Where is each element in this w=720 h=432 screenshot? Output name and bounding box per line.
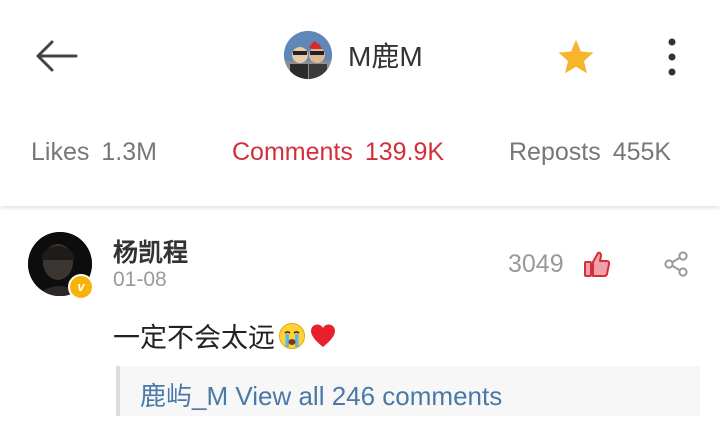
- comment-author[interactable]: 杨凯程: [113, 233, 188, 269]
- more-options-button[interactable]: [660, 36, 684, 78]
- profile-header[interactable]: M鹿M: [284, 30, 423, 80]
- comment-text-content: 一定不会太远: [113, 323, 275, 353]
- tab-likes[interactable]: Likes 1.3M: [31, 138, 157, 167]
- share-button[interactable]: [662, 250, 690, 278]
- profile-name[interactable]: M鹿M: [348, 35, 423, 75]
- profile-avatar[interactable]: [284, 31, 332, 79]
- tab-comments[interactable]: Comments 139.9K: [232, 138, 444, 167]
- view-all-comments-text[interactable]: View all 246 comments: [235, 381, 502, 411]
- tab-likes-count: 1.3M: [101, 138, 157, 166]
- crying-face-emoji: [279, 322, 305, 349]
- top-bar: M鹿M Likes 1.3M Comments 139.9K Reposts 455K: [0, 0, 720, 206]
- comment-like-count: 3049: [508, 250, 564, 278]
- star-icon: [558, 40, 594, 74]
- tab-reposts-count: 455K: [612, 138, 672, 166]
- tab-comments-label: Comments: [232, 138, 353, 166]
- more-vertical-icon: [668, 38, 676, 76]
- tab-bar: Likes 1.3M Comments 139.9K Reposts 455K: [0, 138, 720, 182]
- verified-badge: v: [68, 274, 94, 300]
- tab-reposts-label: Reposts: [509, 138, 601, 166]
- replies-preview[interactable]: 鹿屿_M View all 246 comments: [116, 366, 700, 416]
- like-button[interactable]: [583, 250, 611, 278]
- view-all-replies-link[interactable]: 鹿屿_M View all 246 comments: [140, 376, 502, 413]
- comment-item: v 杨凯程 01-08 3049 一定不会太远 鹿屿_M View all 24…: [0, 206, 720, 432]
- arrow-left-icon: [36, 40, 78, 72]
- tab-reposts[interactable]: Reposts 455K: [509, 138, 671, 167]
- tab-likes-label: Likes: [31, 138, 90, 166]
- comment-text: 一定不会太远: [113, 316, 337, 355]
- reply-user[interactable]: 鹿屿_M: [140, 381, 228, 411]
- back-button[interactable]: [30, 36, 80, 76]
- thumbs-up-icon: [584, 251, 611, 277]
- favorite-button[interactable]: [556, 38, 596, 76]
- tab-comments-count: 139.9K: [364, 138, 445, 166]
- comment-date: 01-08: [113, 268, 167, 291]
- avatar-image: [284, 31, 332, 79]
- share-icon: [664, 251, 688, 277]
- red-heart-emoji: [311, 324, 335, 347]
